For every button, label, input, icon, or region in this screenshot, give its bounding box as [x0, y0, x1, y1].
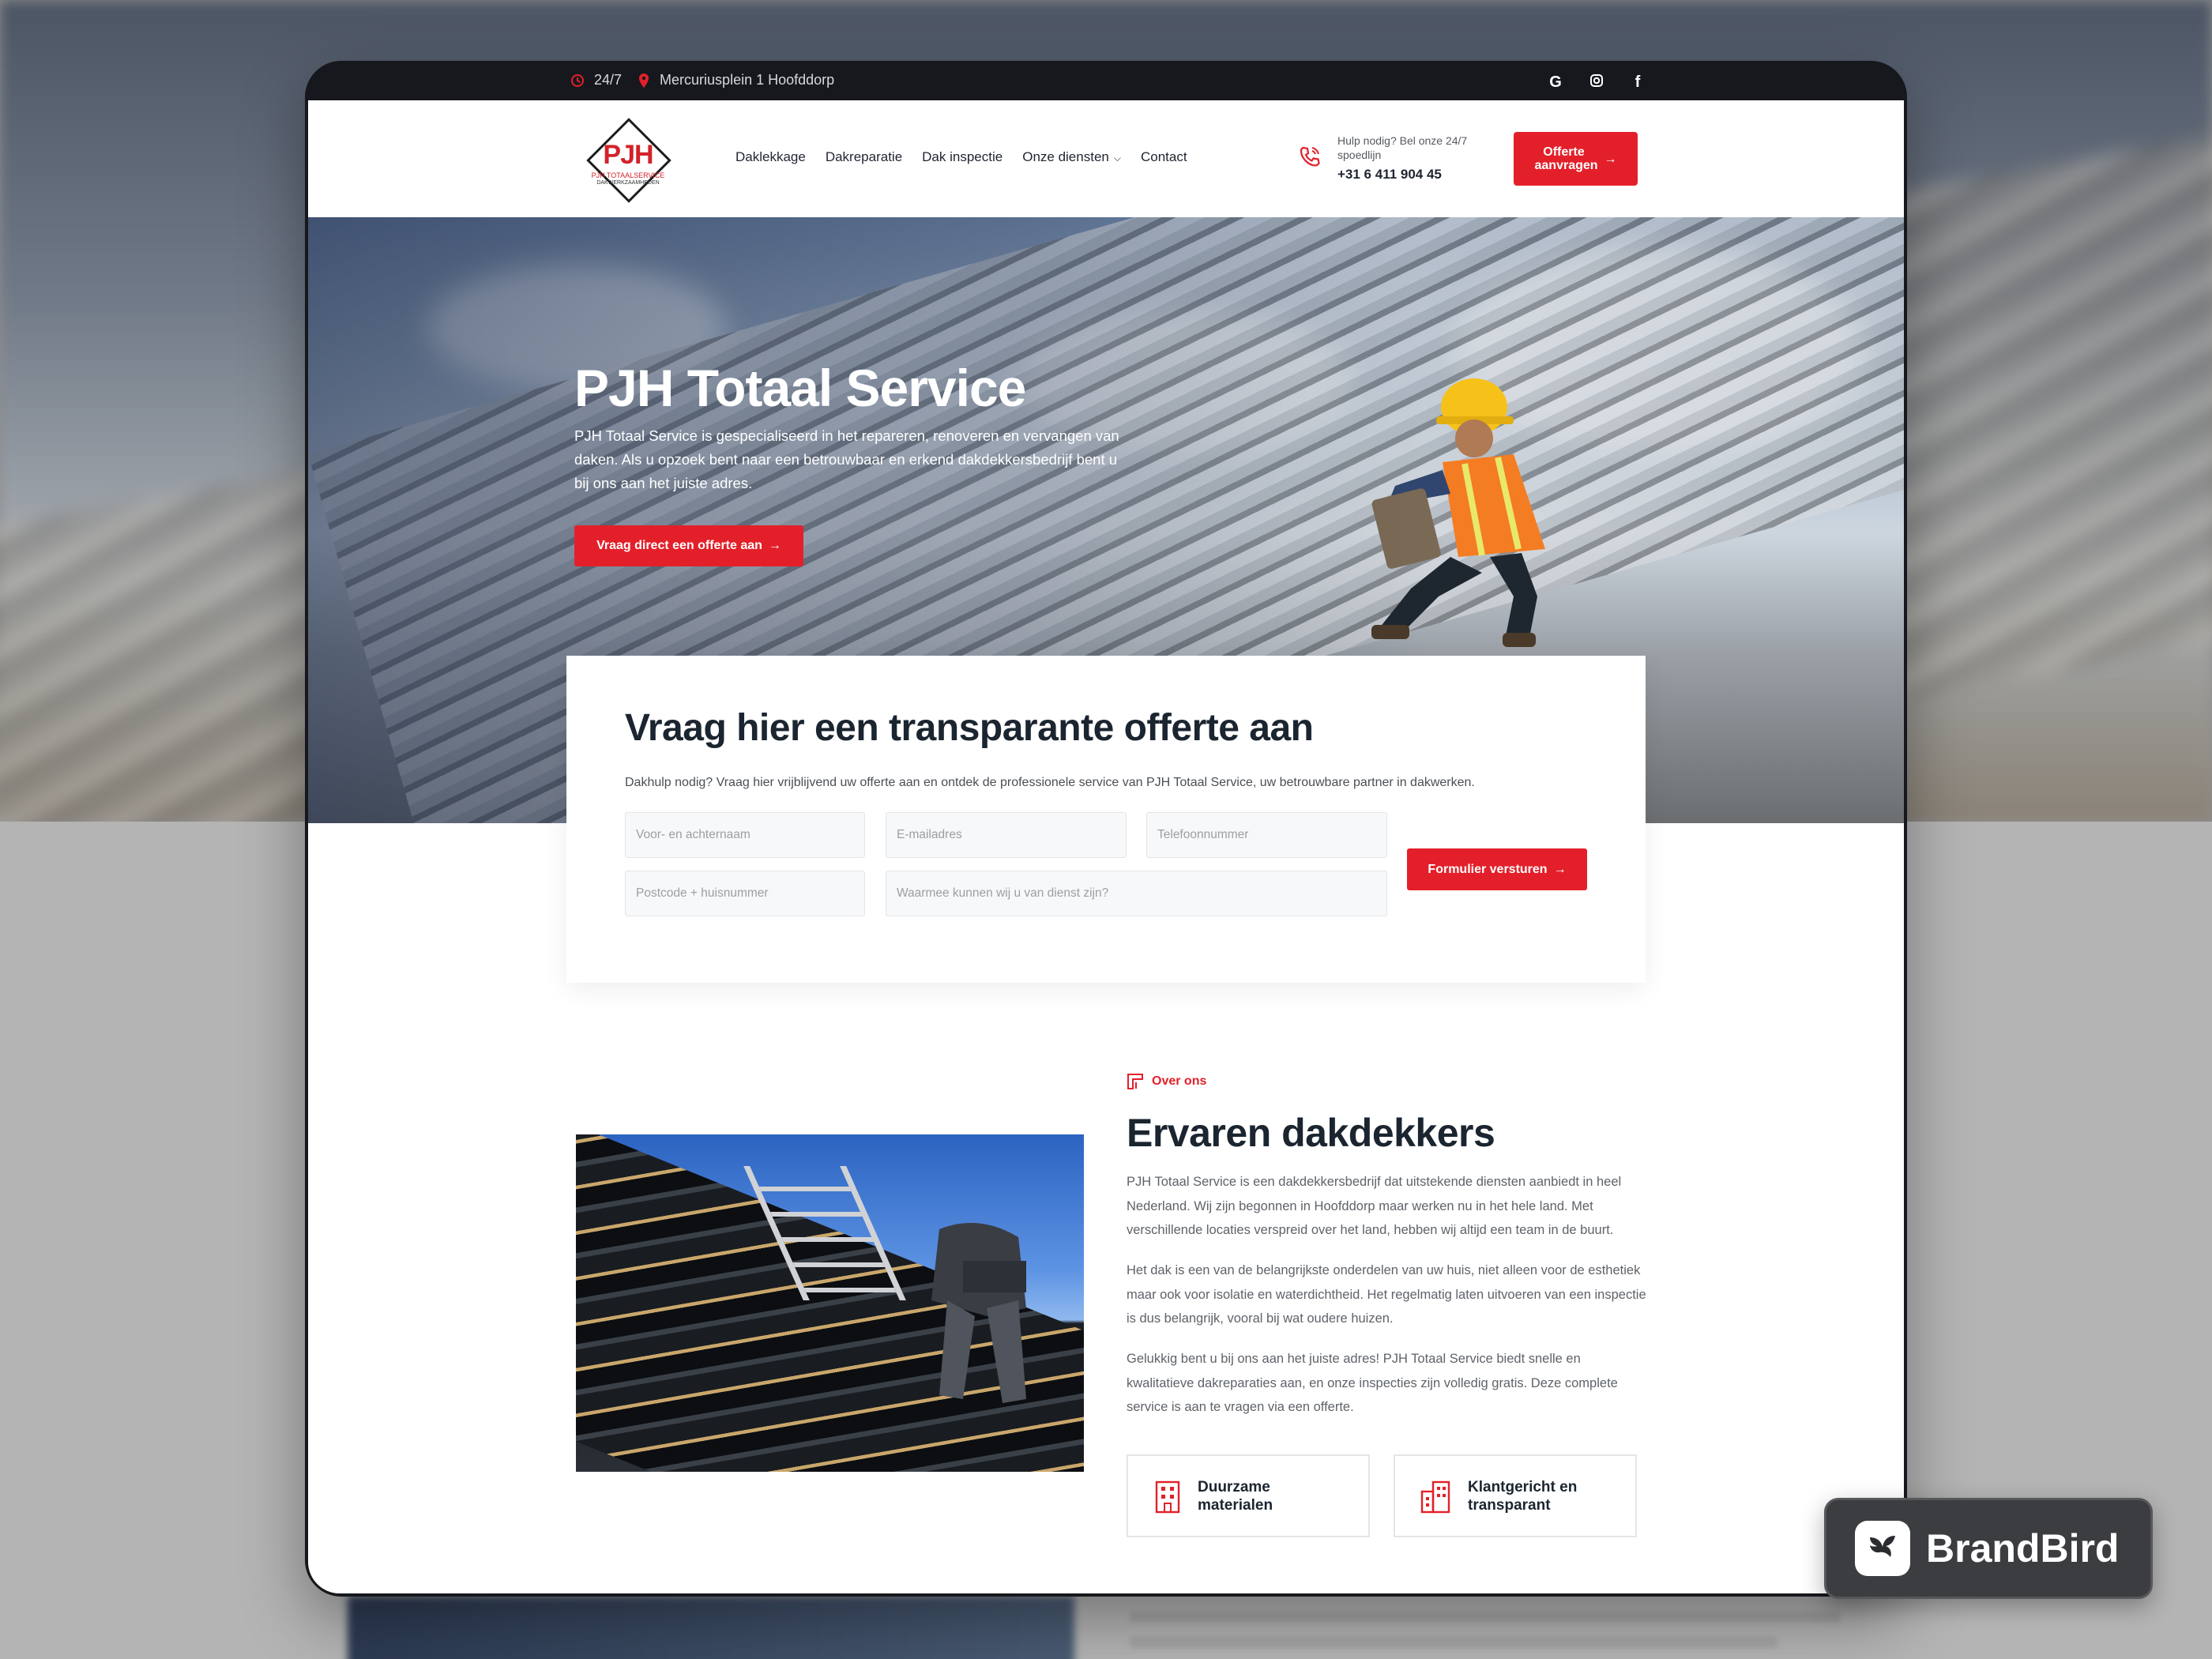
name-field[interactable]: Voor- en achternaam — [625, 812, 865, 858]
about-tag: Over ons — [1127, 1073, 1206, 1090]
quote-form-subtitle: Dakhulp nodig? Vraag hier vrijblijvend u… — [625, 776, 1475, 789]
help-text: Hulp nodig? Bel onze 24/7 spoedlijn — [1337, 134, 1468, 161]
arrow-right-icon: → — [1553, 862, 1567, 876]
roof-outline-icon — [1127, 1074, 1143, 1089]
about-photo — [576, 1134, 1084, 1472]
chevron-down-icon: ⌵ — [1113, 152, 1121, 164]
feature-sustainable-materials: Duurzame materialen — [1127, 1454, 1370, 1537]
hero-title: PJH Totaal Service — [574, 359, 1026, 417]
phone-icon — [1300, 146, 1320, 167]
quote-request-button[interactable]: Offerte aanvragen → — [1514, 132, 1638, 186]
about-paragraph-3: Gelukkig bent u bij ons aan het juiste a… — [1127, 1352, 1618, 1414]
nav-item-dakreparatie[interactable]: Dakreparatie — [826, 149, 902, 165]
nav-item-onze-diensten[interactable]: Onze diensten ⌵ — [1022, 149, 1121, 165]
hero-description: PJH Totaal Service is gespecialiseerd in… — [574, 427, 1119, 491]
site-header: PJH PJH TOTAALSERVICE DAKWERKZAAMHEDEN D… — [308, 100, 1904, 217]
address-text: Mercuriusplein 1 Hoofddorp — [660, 72, 835, 88]
about-paragraph-2: Het dak is een van de belangrijkste onde… — [1127, 1263, 1646, 1326]
arrow-right-icon: → — [1604, 152, 1617, 166]
quote-form-card: Vraag hier een transparante offerte aan … — [566, 656, 1646, 983]
email-field[interactable]: E-mailadres — [886, 812, 1127, 858]
postcode-field[interactable]: Postcode + huisnummer — [625, 871, 865, 916]
nav-item-daklekkage[interactable]: Daklekkage — [735, 149, 806, 165]
logo[interactable]: PJH PJH TOTAALSERVICE DAKWERKZAAMHEDEN — [585, 118, 672, 206]
about-paragraph-1: PJH Totaal Service is een dakdekkersbedr… — [1127, 1175, 1622, 1237]
phone-field[interactable]: Telefoonnummer — [1146, 812, 1387, 858]
office-buildings-icon — [1420, 1480, 1450, 1513]
brandbird-logo-icon — [1855, 1521, 1910, 1576]
brandbird-badge: BrandBird — [1824, 1498, 2153, 1599]
main-nav: Daklekkage Dakreparatie Dak inspectie On… — [735, 149, 1187, 165]
website-screen: PJH PJH TOTAALSERVICE DAKWERKZAAMHEDEN D… — [308, 100, 1904, 1593]
instagram-icon[interactable] — [1588, 71, 1605, 92]
quote-form-title: Vraag hier een transparante offerte aan — [625, 707, 1314, 749]
hero-quote-button[interactable]: Vraag direct een offerte aan → — [574, 525, 803, 566]
nav-item-contact[interactable]: Contact — [1141, 149, 1187, 165]
message-field[interactable]: Waarmee kunnen wij u van dienst zijn? — [886, 871, 1387, 916]
location-pin-icon — [639, 73, 649, 88]
clock-icon — [571, 73, 584, 87]
hours-text: 24/7 — [594, 72, 623, 88]
building-icon — [1155, 1480, 1180, 1513]
arrow-right-icon: → — [768, 539, 781, 552]
nav-item-dak-inspectie[interactable]: Dak inspectie — [922, 149, 1003, 165]
phone-number[interactable]: +31 6 411 904 45 — [1337, 167, 1495, 182]
about-title: Ervaren dakdekkers — [1127, 1111, 1495, 1155]
google-icon[interactable]: G — [1547, 73, 1564, 92]
top-bar: 24/7 Mercuriusplein 1 Hoofddorp G f — [305, 61, 1907, 100]
facebook-icon[interactable]: f — [1629, 73, 1646, 92]
feature-customer-focused: Klantgericht en transparant — [1394, 1454, 1637, 1537]
submit-form-button[interactable]: Formulier versturen → — [1407, 848, 1587, 890]
